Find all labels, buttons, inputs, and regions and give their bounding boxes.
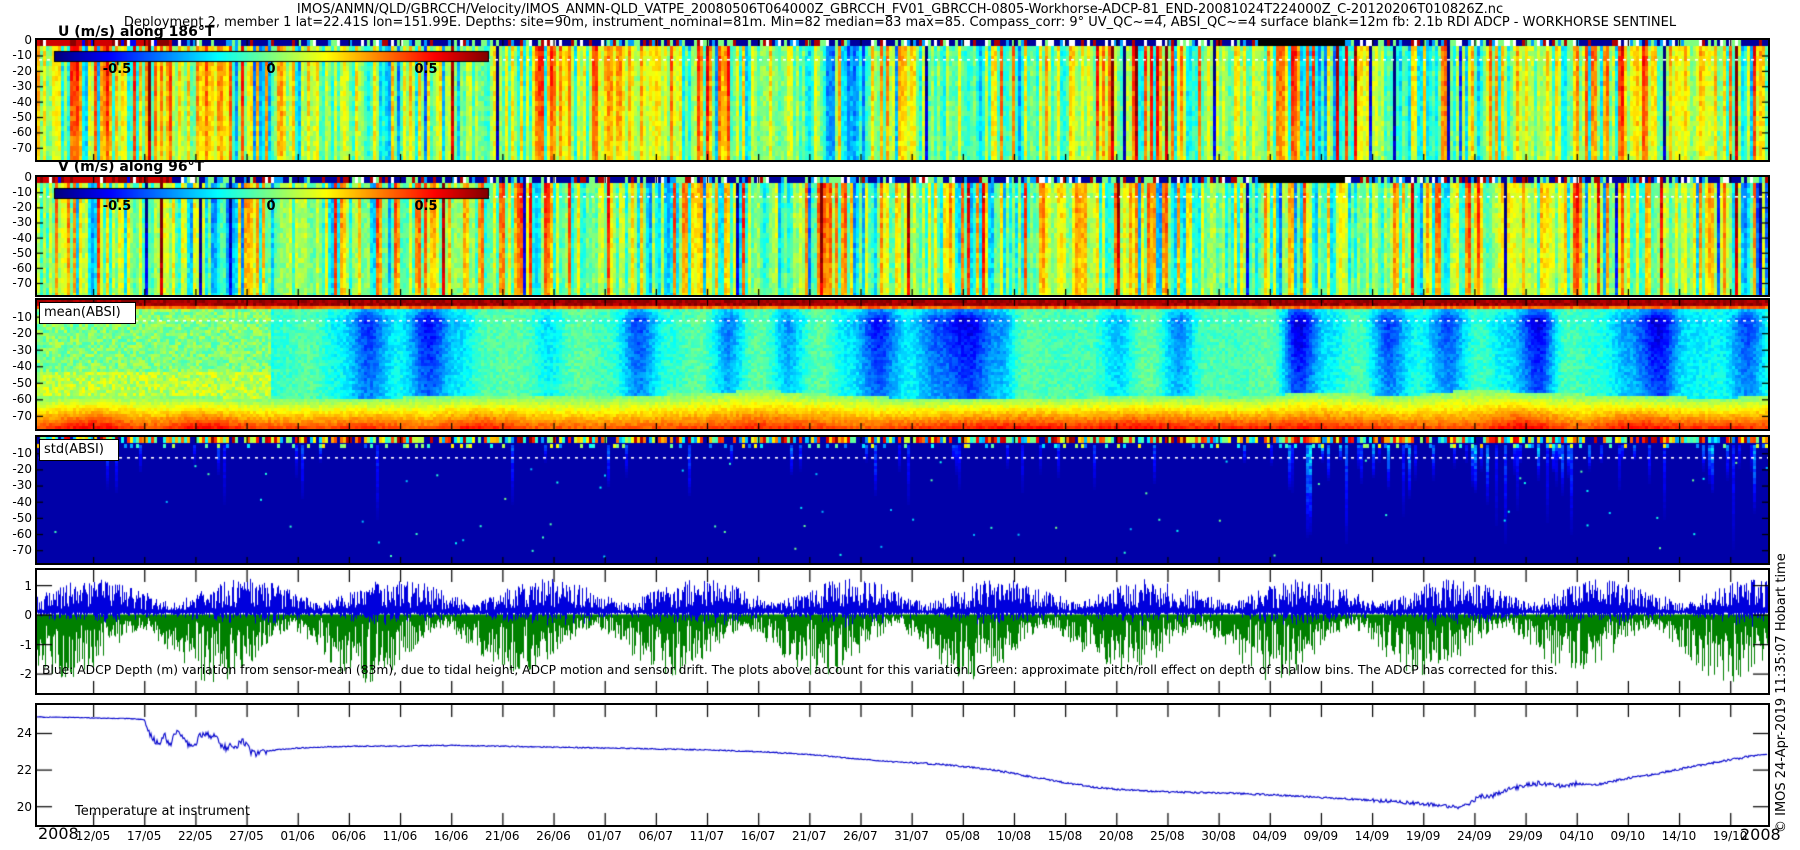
mean-absi-label: mean(ABSI) xyxy=(39,302,136,324)
y-tick-label: 0 xyxy=(0,33,32,47)
colorbar-tick-label: -0.5 xyxy=(92,199,142,214)
x-date-label: 19/10 xyxy=(1700,829,1760,844)
plot-subtitle-deployment: Deployment 2, member 1 lat=22.41S lon=15… xyxy=(0,15,1800,30)
y-tick-label: -70 xyxy=(0,276,32,290)
y-tick-label: -50 xyxy=(0,511,32,525)
y-tick-label: -40 xyxy=(0,495,32,509)
y-tick-label: -30 xyxy=(0,343,32,357)
temperature-panel xyxy=(35,703,1770,827)
y-tick-label: -30 xyxy=(0,79,32,93)
temperature-label: Temperature at instrument xyxy=(75,804,250,819)
adcp-plot-page: IMOS/ANMN/QLD/GBRCCH/Velocity/IMOS_ANMN-… xyxy=(0,0,1800,850)
std-absi-panel xyxy=(35,435,1770,565)
temperature-line-canvas xyxy=(37,705,1768,825)
mean-absi-panel xyxy=(35,298,1770,431)
y-tick-label: -60 xyxy=(0,125,32,139)
y-tick-label: -30 xyxy=(0,478,32,492)
imos-copyright-watermark: © IMOS 24-Apr-2019 11:35:07 Hobart time xyxy=(1774,553,1789,833)
mean-absi-heatmap-canvas xyxy=(37,300,1768,429)
y-tick-label: -60 xyxy=(0,392,32,406)
colorbar-tick-label: 0 xyxy=(246,199,296,214)
colorbar-tick-label: 0.5 xyxy=(401,62,451,77)
u-velocity-heatmap-canvas xyxy=(37,40,1768,160)
y-tick-label: 1 xyxy=(0,579,32,593)
y-tick-label: -20 xyxy=(0,462,32,476)
std-absi-label: std(ABSI) xyxy=(39,439,119,461)
y-tick-label: -50 xyxy=(0,246,32,260)
y-tick-label: -70 xyxy=(0,409,32,423)
y-tick-label: -10 xyxy=(0,446,32,460)
v-panel-title: V (m/s) along 96°T xyxy=(58,159,204,175)
v-velocity-heatmap-canvas xyxy=(37,177,1768,295)
y-tick-label: 24 xyxy=(0,726,32,740)
std-absi-heatmap-canvas xyxy=(37,437,1768,563)
y-tick-label: -60 xyxy=(0,527,32,541)
y-tick-label: -40 xyxy=(0,95,32,109)
y-tick-label: 0 xyxy=(0,170,32,184)
y-tick-label: -50 xyxy=(0,110,32,124)
y-tick-label: -1 xyxy=(0,638,32,652)
colorbar-tick-label: -0.5 xyxy=(92,62,142,77)
y-tick-label: -70 xyxy=(0,141,32,155)
y-tick-label: 20 xyxy=(0,800,32,814)
y-tick-label: -20 xyxy=(0,64,32,78)
y-tick-label: -20 xyxy=(0,200,32,214)
y-tick-label: 22 xyxy=(0,763,32,777)
y-tick-label: -10 xyxy=(0,185,32,199)
depth-variation-annotation: Blue: ADCP Depth (m) variation from sens… xyxy=(42,663,1558,677)
y-tick-label: -40 xyxy=(0,359,32,373)
colorbar-tick-label: 0.5 xyxy=(401,199,451,214)
v-velocity-panel xyxy=(35,175,1770,297)
u-velocity-panel xyxy=(35,38,1770,162)
y-tick-label: -70 xyxy=(0,543,32,557)
y-tick-label: 0 xyxy=(0,608,32,622)
colorbar-tick-label: 0 xyxy=(246,62,296,77)
y-tick-label: -40 xyxy=(0,231,32,245)
y-tick-label: -20 xyxy=(0,326,32,340)
y-tick-label: -2 xyxy=(0,667,32,681)
y-tick-label: -60 xyxy=(0,261,32,275)
y-tick-label: -10 xyxy=(0,310,32,324)
y-tick-label: -50 xyxy=(0,376,32,390)
y-tick-label: -30 xyxy=(0,215,32,229)
y-tick-label: -10 xyxy=(0,48,32,62)
